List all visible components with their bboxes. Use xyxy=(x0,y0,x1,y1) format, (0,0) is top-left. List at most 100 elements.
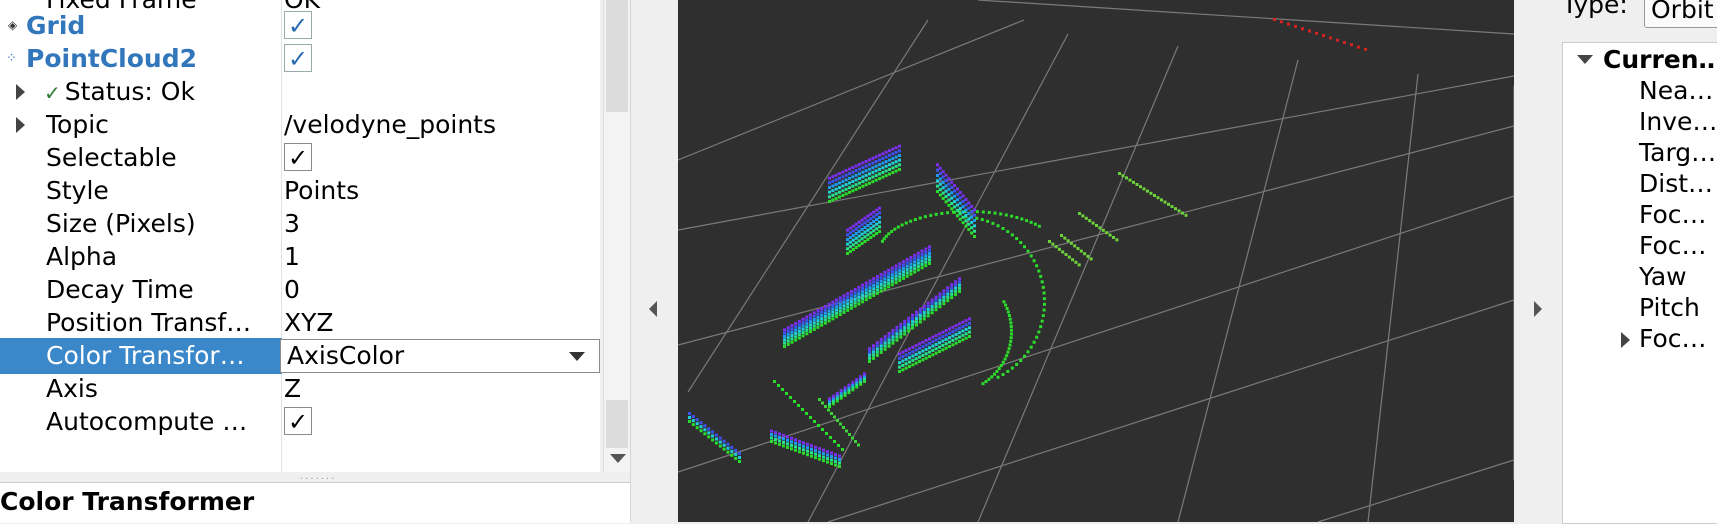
pointcloud2-enable-checkbox[interactable]: ✓ xyxy=(284,41,312,77)
tree-row-topic[interactable]: Topic /velodyne_points xyxy=(0,107,600,143)
view-property-row[interactable]: Targ… xyxy=(1639,136,1716,170)
cloud-point xyxy=(1010,366,1014,370)
left-splitter[interactable] xyxy=(630,0,679,522)
topic-value[interactable]: /velodyne_points xyxy=(284,107,496,143)
size-value[interactable]: 3 xyxy=(284,206,300,242)
cloud-point xyxy=(1153,194,1156,197)
axis-value[interactable]: Z xyxy=(284,371,301,407)
view-type-dropdown[interactable]: Orbit xyxy=(1644,0,1717,28)
view-property-row-focal[interactable]: Foc… xyxy=(1563,322,1717,356)
displays-tree[interactable]: Fixed Frame OK ◈ Grid ✓ ⁘ PointCloud2 ✓ … xyxy=(0,0,600,472)
cloud-point xyxy=(831,193,835,197)
tree-row-decay-time[interactable]: Decay Time 0 xyxy=(0,272,600,308)
cloud-point xyxy=(874,155,878,159)
cloud-point xyxy=(958,212,962,216)
decay-time-value[interactable]: 0 xyxy=(284,272,300,308)
cloud-point xyxy=(879,344,883,348)
expand-arrow-icon[interactable] xyxy=(16,84,25,100)
cloud-point xyxy=(802,441,805,445)
cloud-point xyxy=(820,320,824,324)
expand-arrow-icon[interactable] xyxy=(1621,332,1630,348)
cloud-point xyxy=(854,169,858,173)
tree-row-color-transformer[interactable]: Color Transfor… AxisColor xyxy=(0,338,600,374)
cloud-point xyxy=(831,189,835,193)
view-property-row[interactable]: Foc… xyxy=(1639,229,1707,263)
cloud-point xyxy=(844,169,848,173)
cloud-point xyxy=(849,303,853,307)
row-label: Alpha xyxy=(46,242,118,271)
cloud-point xyxy=(827,312,831,316)
view-property-row[interactable]: Foc… xyxy=(1639,198,1707,232)
scroll-down-arrow-icon[interactable] xyxy=(610,454,626,463)
tree-row-status[interactable]: ✓ Status: Ok xyxy=(0,74,600,110)
tree-row-size[interactable]: Size (Pixels) 3 xyxy=(0,206,600,242)
selectable-checkbox[interactable]: ✓ xyxy=(284,140,312,176)
scrollbar-track-segment[interactable] xyxy=(606,400,628,448)
cloud-point xyxy=(797,323,801,327)
cloud-point xyxy=(918,360,921,363)
cloud-point xyxy=(774,441,777,445)
cloud-point xyxy=(938,350,941,353)
alpha-value[interactable]: 1 xyxy=(284,239,300,275)
cloud-point xyxy=(942,295,946,299)
cloud-point xyxy=(1019,241,1023,245)
chevron-right-icon[interactable] xyxy=(1534,301,1542,317)
chevron-down-icon[interactable] xyxy=(569,352,585,361)
chevron-left-icon[interactable] xyxy=(649,301,657,317)
autocompute-checkbox[interactable]: ✓ xyxy=(284,404,312,440)
tree-row-axis[interactable]: Axis Z xyxy=(0,371,600,407)
cloud-point xyxy=(828,181,831,185)
style-value[interactable]: Points xyxy=(284,173,359,209)
collapse-arrow-icon[interactable] xyxy=(1577,55,1593,64)
cloud-point xyxy=(1015,237,1019,241)
scrollbar-thumb[interactable] xyxy=(606,0,628,112)
cloud-point xyxy=(946,299,950,303)
cloud-point xyxy=(842,307,846,311)
tree-row-position-transformer[interactable]: Position Transf… XYZ xyxy=(0,305,600,341)
cloud-point xyxy=(934,351,938,355)
expand-arrow-icon[interactable] xyxy=(16,117,25,133)
cloud-point xyxy=(950,289,954,293)
cloud-point xyxy=(1054,245,1058,249)
cloud-point xyxy=(918,216,922,220)
right-splitter[interactable] xyxy=(1514,0,1558,522)
tree-row-pointcloud2[interactable]: ⁘ PointCloud2 ✓ xyxy=(0,41,600,77)
cloud-point xyxy=(996,375,1000,379)
cloud-point xyxy=(883,284,887,288)
tree-row-style[interactable]: Style Points xyxy=(0,173,600,209)
cloud-point xyxy=(944,342,948,346)
cloud-point xyxy=(1301,27,1304,31)
row-label: Selectable xyxy=(46,143,177,172)
cloud-point xyxy=(773,380,776,383)
cloud-point xyxy=(953,205,957,209)
view-property-row[interactable]: Yaw xyxy=(1639,260,1687,294)
cloud-point xyxy=(858,162,861,166)
tree-row-grid[interactable]: ◈ Grid ✓ xyxy=(0,8,600,44)
tree-row-autocompute[interactable]: Autocompute … ✓ xyxy=(0,404,600,440)
cloud-point xyxy=(839,422,842,426)
tree-row-current-view[interactable]: Curren… xyxy=(1563,43,1717,77)
view-property-row[interactable]: Nea… xyxy=(1639,74,1713,108)
cloud-point xyxy=(813,420,816,423)
cloud-point xyxy=(848,172,851,176)
cloud-point xyxy=(914,344,918,348)
cloud-point xyxy=(861,300,865,304)
cloud-point xyxy=(964,213,968,217)
grid-icon: ◈ xyxy=(8,18,18,32)
cloud-point xyxy=(726,450,730,454)
cloud-point xyxy=(874,169,878,173)
view-property-row[interactable]: Inve… xyxy=(1639,105,1717,139)
view-property-row[interactable]: Dist… xyxy=(1639,167,1713,201)
views-tree[interactable]: Curren… Nea… Inve… Targ… Dist… Foc… Foc…… xyxy=(1562,42,1717,524)
view-property-row[interactable]: Pitch xyxy=(1639,291,1700,325)
tree-row-selectable[interactable]: Selectable ✓ xyxy=(0,140,600,176)
tree-row-alpha[interactable]: Alpha 1 xyxy=(0,239,600,275)
grid-enable-checkbox[interactable]: ✓ xyxy=(284,8,312,44)
cloud-point xyxy=(834,453,837,457)
cloud-point xyxy=(1042,291,1046,295)
cloud-point xyxy=(774,430,777,434)
position-transformer-value[interactable]: XYZ xyxy=(284,305,334,341)
displays-scrollbar[interactable] xyxy=(603,0,631,472)
color-transformer-dropdown[interactable]: AxisColor xyxy=(280,339,600,373)
render-viewport[interactable] xyxy=(678,0,1514,522)
